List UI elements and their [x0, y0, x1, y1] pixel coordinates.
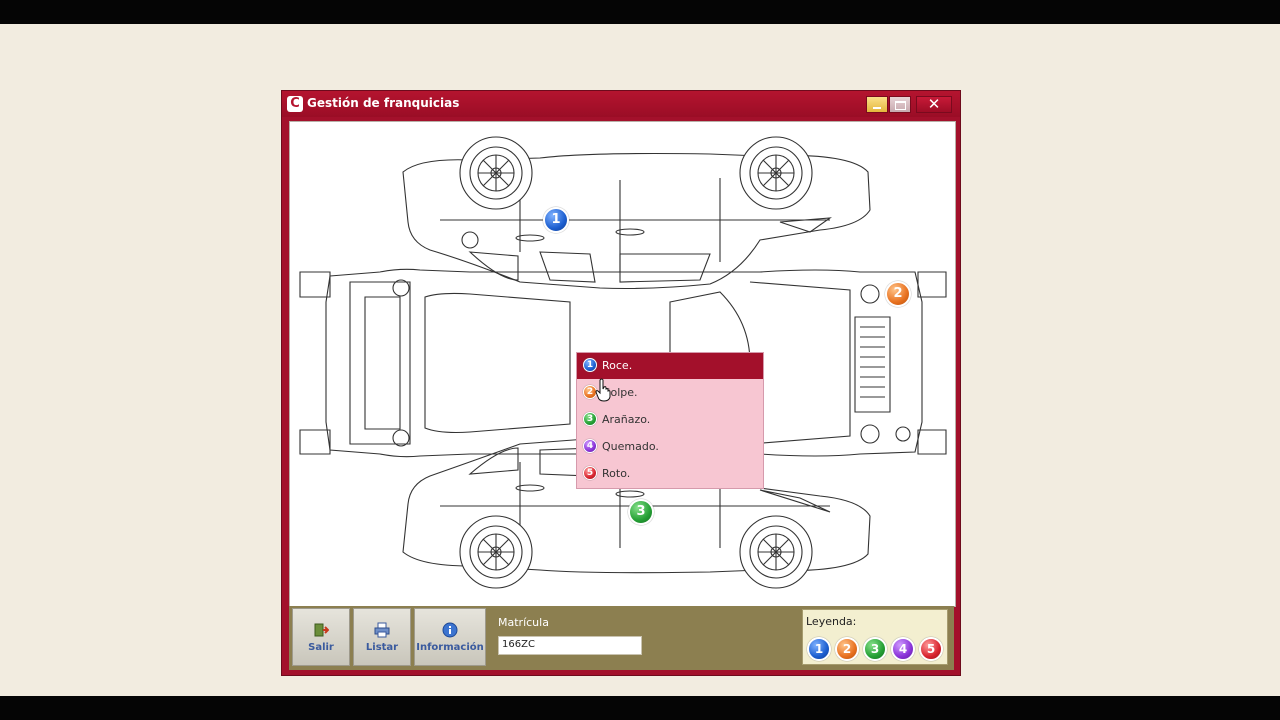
salir-label: Salir	[308, 642, 334, 653]
menu-label-aranazo: Arañazo.	[602, 413, 651, 426]
hand-cursor-icon	[595, 378, 611, 402]
bottom-toolbar: Salir Listar Información Matrícula 166ZC…	[289, 606, 954, 670]
video-letterbox-top	[0, 0, 1280, 24]
menu-icon-3: 3	[583, 412, 597, 426]
matricula-input[interactable]: 166ZC	[498, 636, 642, 655]
menu-label-roce: Roce.	[602, 359, 633, 372]
menu-item-roce[interactable]: 1 Roce.	[577, 353, 763, 379]
maximize-button[interactable]	[889, 96, 911, 113]
informacion-label: Información	[416, 642, 484, 653]
window-title: Gestión de franquicias	[307, 96, 460, 110]
exit-door-icon	[314, 623, 329, 637]
menu-item-roto[interactable]: 5 Roto.	[577, 461, 763, 487]
menu-label-roto: Roto.	[602, 467, 631, 480]
info-icon	[442, 622, 458, 638]
damage-marker-3[interactable]: 3	[628, 499, 654, 525]
legend-panel: Leyenda: 1 2 3 4 5	[802, 609, 948, 665]
menu-item-quemado[interactable]: 4 Quemado.	[577, 434, 763, 460]
listar-button[interactable]: Listar	[353, 608, 411, 666]
menu-icon-5: 5	[583, 466, 597, 480]
minimize-button[interactable]	[866, 96, 888, 113]
video-letterbox-bottom	[0, 696, 1280, 720]
legend-title: Leyenda:	[806, 615, 857, 628]
printer-icon	[374, 622, 390, 638]
damage-type-menu: 1 Roce. 2 Golpe. 3 Arañazo. 4 Quemado. 5…	[576, 352, 764, 489]
legend-marker-2: 2	[835, 637, 859, 661]
salir-button[interactable]: Salir	[292, 608, 350, 666]
listar-label: Listar	[365, 642, 399, 653]
close-button[interactable]: ✕	[916, 96, 952, 113]
damage-marker-1[interactable]: 1	[543, 207, 569, 233]
matricula-label: Matrícula	[498, 616, 549, 629]
title-bar[interactable]: C Gestión de franquicias ✕	[282, 91, 960, 117]
menu-icon-4: 4	[583, 439, 597, 453]
damage-marker-2[interactable]: 2	[885, 281, 911, 307]
menu-icon-1: 1	[583, 358, 597, 372]
app-icon: C	[287, 96, 303, 112]
legend-marker-4: 4	[891, 637, 915, 661]
legend-marker-3: 3	[863, 637, 887, 661]
car-side-view-top	[402, 136, 871, 290]
menu-label-quemado: Quemado.	[602, 440, 659, 453]
legend-marker-5: 5	[919, 637, 943, 661]
legend-marker-1: 1	[807, 637, 831, 661]
informacion-button[interactable]: Información	[414, 608, 486, 666]
menu-item-aranazo[interactable]: 3 Arañazo.	[577, 407, 763, 433]
